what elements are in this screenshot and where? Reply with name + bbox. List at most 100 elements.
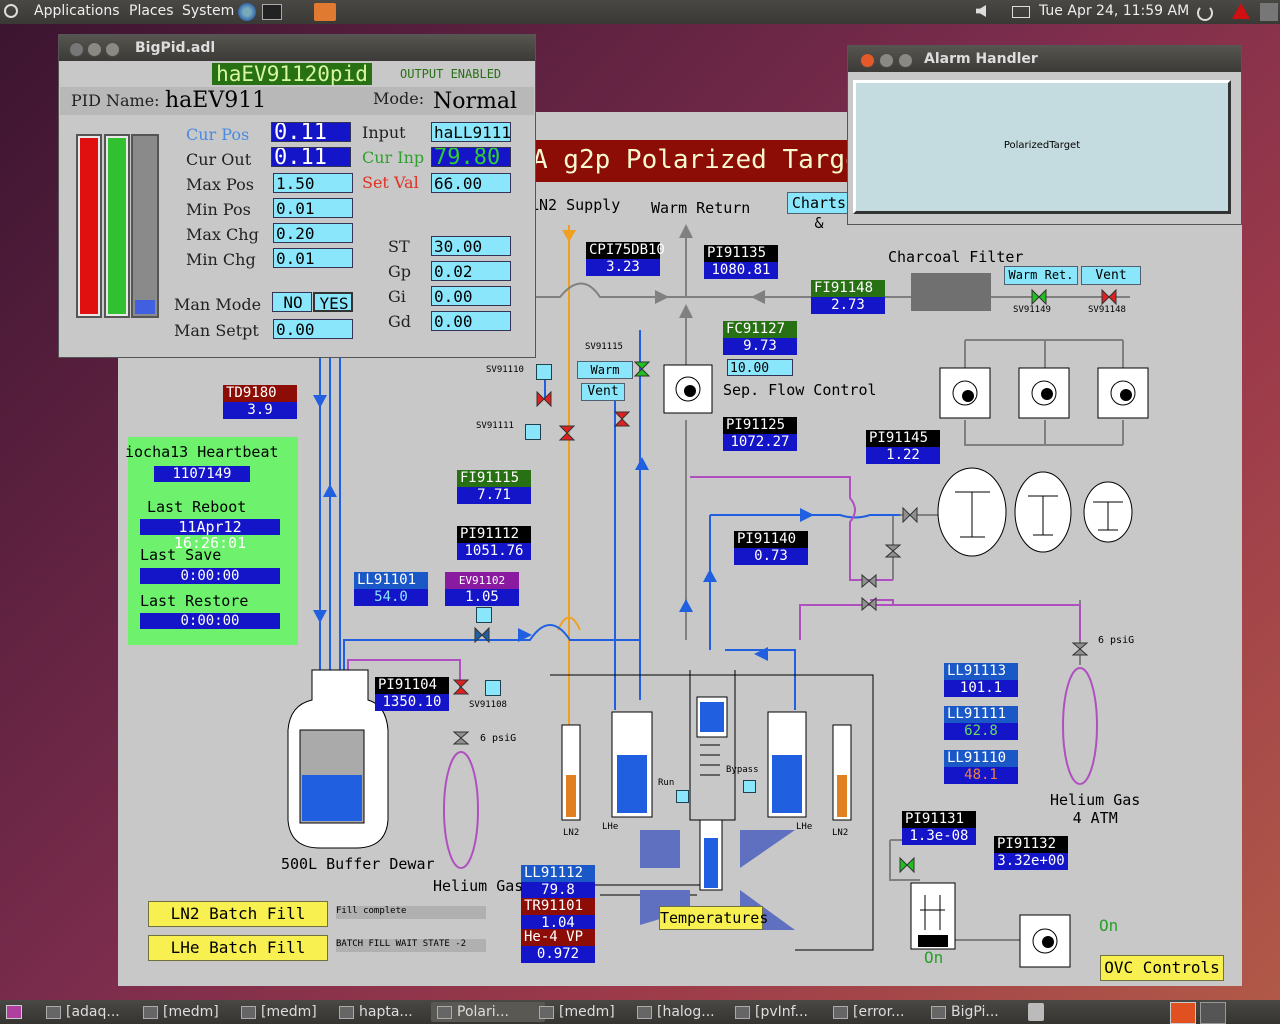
tag-pi91112[interactable]: PI91112 1051.76	[457, 526, 531, 560]
helium-gas-label: Helium Gas	[433, 877, 524, 895]
tag-name: LL91101	[354, 572, 428, 589]
tag-ll91112[interactable]: LL91112 79.8	[521, 865, 595, 899]
taskbar-item[interactable]: [medm]	[533, 1002, 647, 1022]
max-pos-field[interactable]: 1.50	[273, 173, 353, 193]
tag-pi91125[interactable]: PI91125 1072.27	[723, 417, 797, 451]
ln2-batch-fill-button[interactable]: LN2 Batch Fill	[148, 901, 328, 927]
tag-value: 1080.81	[704, 262, 778, 279]
tag-ll91101[interactable]: LL91101 54.0	[354, 572, 428, 606]
taskbar-item[interactable]: Polari...	[431, 1002, 545, 1022]
alarm-group-button[interactable]: PolarizedTarget	[853, 80, 1231, 214]
minimize-icon[interactable]	[879, 53, 894, 68]
gd-field[interactable]: 0.00	[431, 311, 511, 331]
show-desktop-icon[interactable]	[6, 1005, 22, 1019]
taskbar-item-label: hapta...	[359, 1004, 413, 1020]
tag-ll91111[interactable]: LL91111 62.8	[944, 706, 1018, 740]
man-setpt-field[interactable]: 0.00	[273, 319, 353, 339]
tag-pi91104[interactable]: PI91104 1350.10	[375, 677, 449, 711]
taskbar-item[interactable]: [medm]	[137, 1002, 251, 1022]
warm-ret-button[interactable]: Warm Ret.	[1004, 266, 1078, 285]
man-mode-yes-button[interactable]: YES	[313, 292, 353, 312]
sep-flow-setpoint[interactable]: 10.00	[727, 359, 793, 376]
gi-field[interactable]: 0.00	[431, 286, 511, 306]
tag-td9180[interactable]: TD9180 3.9	[223, 385, 297, 419]
sv91111-control[interactable]	[525, 424, 541, 440]
tag-value: 3.23	[586, 259, 660, 276]
tag-fi91115[interactable]: FI91115 7.71	[457, 470, 531, 504]
tag-tr91101[interactable]: TR91101 1.04	[521, 898, 595, 932]
tag-name: PI91140	[734, 531, 808, 548]
taskbar-item[interactable]: [halog...	[631, 1002, 745, 1022]
tag-ll91113[interactable]: LL91113 101.1	[944, 663, 1018, 697]
last-restore-label: Last Restore	[140, 592, 249, 610]
gp-label: Gp	[388, 262, 412, 281]
maximize-icon[interactable]	[898, 53, 913, 68]
sv91108-control[interactable]	[485, 680, 501, 696]
tag-name: PI91132	[994, 836, 1068, 853]
taskbar-item-label: [pvInf...	[755, 1004, 808, 1020]
taskbar-item-label: [halog...	[657, 1004, 715, 1020]
alarm-handler-window: Alarm Handler PolarizedTarget	[847, 45, 1242, 225]
sv91111-label: SV91111	[476, 421, 514, 431]
st-field[interactable]: 30.00	[431, 236, 511, 256]
ovc-controls-button[interactable]: OVC Controls	[1100, 955, 1224, 981]
workspace-switcher-icon[interactable]	[1170, 1002, 1196, 1024]
close-icon[interactable]	[860, 53, 875, 68]
taskbar-item[interactable]: [medm]	[235, 1002, 349, 1022]
taskbar-item[interactable]: [error...	[827, 1002, 941, 1022]
tag-name: LL91111	[944, 706, 1018, 723]
vent-button-2[interactable]: Vent	[581, 383, 625, 401]
ev91102-control[interactable]	[476, 607, 492, 623]
min-pos-field[interactable]: 0.01	[273, 198, 353, 218]
man-mode-label: Man Mode	[174, 295, 262, 314]
taskbar-item[interactable]: hapta...	[333, 1002, 447, 1022]
tag-pi91140[interactable]: PI91140 0.73	[734, 531, 808, 565]
alarm-titlebar[interactable]: Alarm Handler	[848, 46, 1241, 72]
bigpid-titlebar[interactable]: BigPid.adl	[59, 35, 535, 61]
tag-fc91127[interactable]: FC91127 9.73	[723, 321, 797, 355]
sv91110-control[interactable]	[536, 364, 552, 380]
taskbar-item[interactable]: BigPi...	[925, 1002, 1039, 1022]
temperatures-button[interactable]: Temperatures	[659, 906, 768, 930]
workspace-switcher-icon-2[interactable]	[1200, 1002, 1226, 1024]
lhe-batch-fill-button[interactable]: LHe Batch Fill	[148, 935, 328, 961]
input-field[interactable]: haLL91112	[431, 122, 511, 142]
tag-fi91148[interactable]: FI91148 2.73	[811, 280, 885, 314]
trash-icon[interactable]	[1028, 1003, 1044, 1021]
tag-pi91132[interactable]: PI91132 3.32e+00	[994, 836, 1068, 870]
man-mode-no-button[interactable]: NO	[272, 292, 312, 312]
tag-he4-vp[interactable]: He-4 VP 0.972	[521, 929, 595, 963]
taskbar-item[interactable]: [pvInf...	[729, 1002, 843, 1022]
close-icon[interactable]	[69, 42, 84, 57]
tag-pi91145[interactable]: PI91145 1.22	[866, 430, 940, 464]
gray-bar	[131, 134, 159, 318]
tag-value: 62.8	[944, 723, 1018, 740]
pump-on-status-2: On	[924, 948, 944, 967]
warm-ret-button-2[interactable]: Warm Ret	[577, 361, 633, 379]
taskbar: [adaq... [medm] [medm] hapta... Polari..…	[0, 1000, 1280, 1024]
maximize-icon[interactable]	[105, 42, 120, 57]
gp-field[interactable]: 0.02	[431, 261, 511, 281]
tag-name: EV91102	[445, 572, 519, 589]
minimize-icon[interactable]	[87, 42, 102, 57]
max-pos-label: Max Pos	[186, 175, 254, 194]
tag-pi91135[interactable]: PI91135 1080.81	[704, 245, 778, 279]
window-icon	[637, 1006, 652, 1019]
max-chg-field[interactable]: 0.20	[273, 223, 353, 243]
tag-pi91131[interactable]: PI91131 1.3e-08	[902, 811, 976, 845]
sv91149-label: SV91149	[1013, 305, 1051, 315]
psig-label-1: 6 psiG	[480, 733, 517, 744]
ln2-supply-label: LN2 Supply	[530, 196, 621, 214]
vent-button[interactable]: Vent	[1081, 266, 1141, 285]
min-chg-field[interactable]: 0.01	[273, 248, 353, 268]
pump-on-status-1: On	[1099, 916, 1119, 935]
set-val-field[interactable]: 66.00	[431, 173, 511, 193]
run-control[interactable]	[676, 790, 689, 803]
tag-ev91102[interactable]: EV91102 1.05	[445, 572, 519, 606]
ln2-batch-status: Fill complete	[336, 906, 486, 919]
tag-cpi75db10[interactable]: CPI75DB10 3.23	[586, 242, 665, 276]
tag-ll91110[interactable]: LL91110 48.1	[944, 750, 1018, 784]
taskbar-item-label: Polari...	[457, 1004, 509, 1020]
charts-button[interactable]: Charts &	[787, 192, 851, 232]
bypass-control[interactable]	[743, 780, 756, 793]
